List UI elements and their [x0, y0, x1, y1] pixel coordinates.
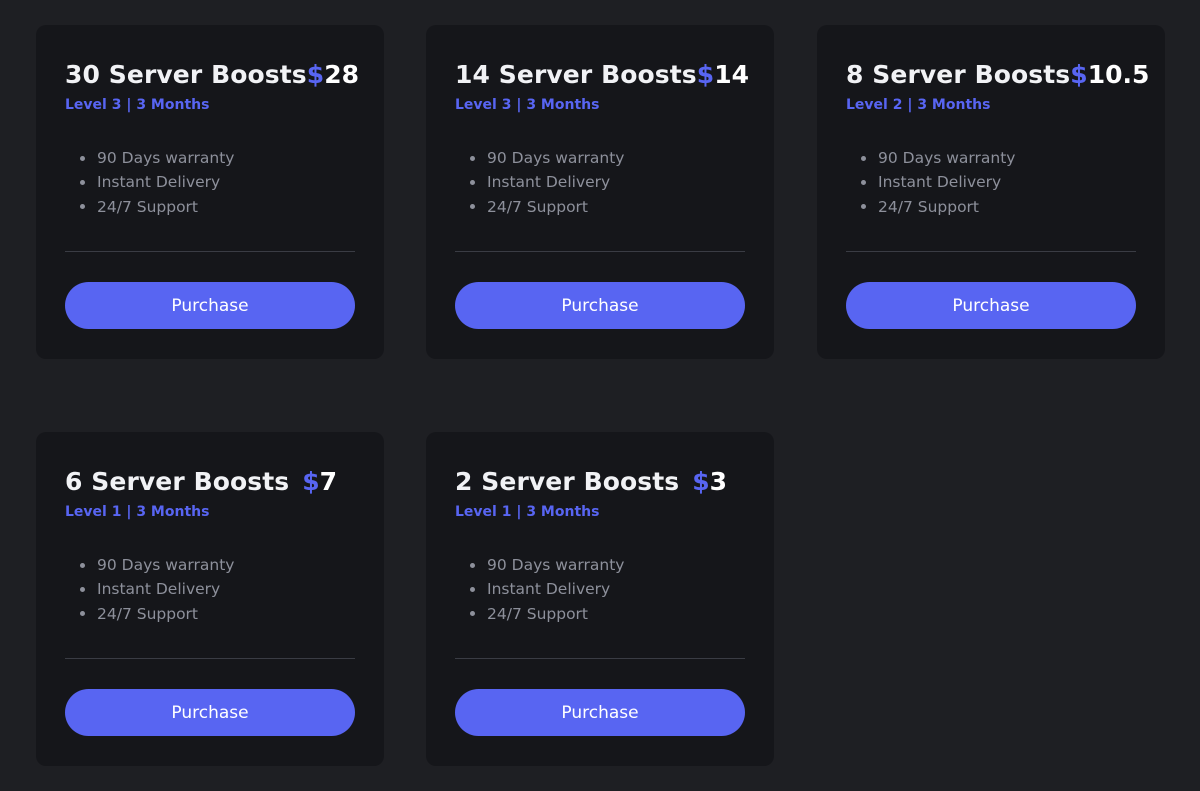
- feature-list: 90 Days warranty Instant Delivery 24/7 S…: [455, 553, 624, 626]
- pricing-card-14-boosts: 14 Server Boosts $14 Level 3 | 3 Months …: [426, 25, 774, 359]
- card-header: 6 Server Boosts $7: [65, 464, 355, 498]
- pricing-card-30-boosts: 30 Server Boosts $28 Level 3 | 3 Months …: [36, 25, 384, 359]
- bullet-icon: [470, 179, 475, 185]
- card-subtitle: Level 3 | 3 Months: [65, 97, 210, 113]
- feature-item: 90 Days warranty: [846, 146, 1015, 170]
- purchase-button[interactable]: Purchase: [65, 689, 355, 736]
- feature-list: 90 Days warranty Instant Delivery 24/7 S…: [65, 146, 234, 219]
- bullet-icon: [470, 562, 475, 568]
- price-value: 14: [714, 59, 749, 89]
- divider: [455, 658, 745, 659]
- pricing-card-2-boosts: 2 Server Boosts $3 Level 1 | 3 Months 90…: [426, 432, 774, 766]
- bullet-icon: [861, 179, 866, 185]
- currency-symbol: $: [302, 466, 320, 496]
- currency-symbol: $: [306, 59, 325, 89]
- feature-label: Instant Delivery: [878, 173, 1002, 192]
- pricing-card-8-boosts: 8 Server Boosts $10.5 Level 2 | 3 Months…: [817, 25, 1165, 359]
- bullet-icon: [80, 611, 85, 617]
- feature-label: 24/7 Support: [97, 604, 199, 623]
- feature-item: Instant Delivery: [65, 577, 234, 601]
- price-value: 28: [324, 59, 359, 89]
- feature-label: Instant Delivery: [487, 173, 611, 192]
- feature-item: Instant Delivery: [65, 170, 234, 194]
- bullet-icon: [470, 155, 475, 161]
- feature-item: 90 Days warranty: [455, 146, 624, 170]
- currency-symbol: $: [1070, 59, 1088, 89]
- purchase-button[interactable]: Purchase: [65, 282, 355, 329]
- divider: [65, 658, 355, 659]
- feature-item: Instant Delivery: [455, 577, 624, 601]
- card-subtitle: Level 3 | 3 Months: [455, 97, 600, 113]
- currency-symbol: $: [692, 466, 710, 496]
- feature-item: 24/7 Support: [65, 195, 234, 219]
- feature-label: 24/7 Support: [97, 197, 199, 216]
- feature-label: Instant Delivery: [97, 173, 221, 192]
- divider: [455, 251, 745, 252]
- feature-label: 90 Days warranty: [97, 149, 235, 167]
- card-header: 2 Server Boosts $3: [455, 464, 745, 498]
- purchase-button[interactable]: Purchase: [455, 689, 745, 736]
- card-price: $3: [692, 467, 727, 496]
- feature-item: 24/7 Support: [65, 602, 234, 626]
- card-price: $7: [302, 467, 337, 496]
- card-price: $28: [307, 60, 359, 89]
- bullet-icon: [80, 204, 85, 210]
- pricing-card-6-boosts: 6 Server Boosts $7 Level 1 | 3 Months 90…: [36, 432, 384, 766]
- card-subtitle: Level 1 | 3 Months: [455, 504, 600, 520]
- divider: [846, 251, 1136, 252]
- feature-item: 90 Days warranty: [455, 553, 624, 577]
- feature-item: Instant Delivery: [846, 170, 1015, 194]
- feature-label: Instant Delivery: [487, 580, 611, 599]
- bullet-icon: [861, 155, 866, 161]
- bullet-icon: [80, 155, 85, 161]
- divider: [65, 251, 355, 252]
- feature-label: 90 Days warranty: [97, 556, 235, 574]
- card-price: $14: [697, 60, 749, 89]
- card-subtitle: Level 2 | 3 Months: [846, 97, 991, 113]
- bullet-icon: [80, 562, 85, 568]
- card-title: 30 Server Boosts: [65, 59, 307, 89]
- feature-list: 90 Days warranty Instant Delivery 24/7 S…: [455, 146, 624, 219]
- card-title: 2 Server Boosts: [455, 466, 680, 496]
- card-header: 14 Server Boosts $14: [455, 57, 749, 91]
- feature-item: 90 Days warranty: [65, 146, 234, 170]
- card-title: 8 Server Boosts: [846, 59, 1071, 89]
- card-subtitle: Level 1 | 3 Months: [65, 504, 210, 520]
- feature-list: 90 Days warranty Instant Delivery 24/7 S…: [65, 553, 234, 626]
- price-value: 3: [709, 466, 727, 496]
- feature-label: 90 Days warranty: [487, 556, 625, 574]
- currency-symbol: $: [696, 59, 715, 89]
- bullet-icon: [80, 179, 85, 185]
- purchase-button[interactable]: Purchase: [455, 282, 745, 329]
- feature-label: Instant Delivery: [97, 580, 221, 599]
- feature-item: 24/7 Support: [846, 195, 1015, 219]
- card-header: 30 Server Boosts $28: [65, 57, 359, 91]
- feature-label: 24/7 Support: [487, 604, 589, 623]
- pricing-page: 30 Server Boosts $28 Level 3 | 3 Months …: [0, 0, 1200, 791]
- feature-item: Instant Delivery: [455, 170, 624, 194]
- bullet-icon: [861, 204, 866, 210]
- feature-item: 24/7 Support: [455, 195, 624, 219]
- feature-label: 24/7 Support: [878, 197, 980, 216]
- card-header: 8 Server Boosts $10.5: [846, 57, 1149, 91]
- bullet-icon: [80, 586, 85, 592]
- feature-item: 90 Days warranty: [65, 553, 234, 577]
- feature-item: 24/7 Support: [455, 602, 624, 626]
- feature-list: 90 Days warranty Instant Delivery 24/7 S…: [846, 146, 1015, 219]
- card-title: 6 Server Boosts: [65, 466, 290, 496]
- purchase-button[interactable]: Purchase: [846, 282, 1136, 329]
- bullet-icon: [470, 586, 475, 592]
- card-title: 14 Server Boosts: [455, 59, 697, 89]
- bullet-icon: [470, 611, 475, 617]
- price-value: 10.5: [1087, 59, 1150, 89]
- feature-label: 24/7 Support: [487, 197, 589, 216]
- price-value: 7: [319, 466, 337, 496]
- card-price: $10.5: [1070, 60, 1149, 89]
- feature-label: 90 Days warranty: [878, 149, 1016, 167]
- feature-label: 90 Days warranty: [487, 149, 625, 167]
- bullet-icon: [470, 204, 475, 210]
